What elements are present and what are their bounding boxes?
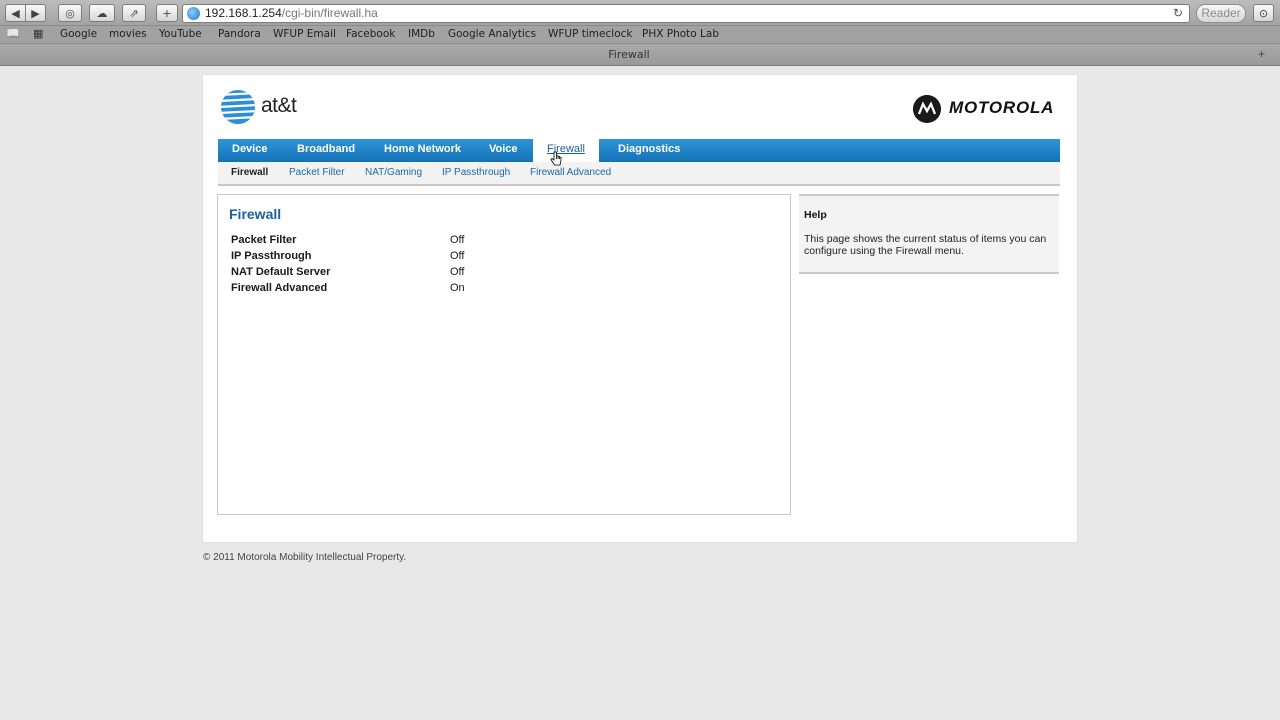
url-path: /cgi-bin/firewall.ha [281,6,378,20]
share-icon: ⇗ [129,6,139,20]
main-nav: Device Broadband Home Network Voice Fire… [218,139,1060,163]
globe-icon [187,7,200,20]
forward-arrow-icon: ▶ [31,6,40,20]
tab-bar: Firewall + [0,44,1280,66]
bookmark-youtube[interactable]: YouTube [159,28,202,40]
add-bookmark-button[interactable]: + [156,4,178,22]
bookmark-wfup-timeclock[interactable]: WFUP timeclock [548,28,632,40]
subnav-packet-filter[interactable]: Packet Filter [289,167,345,178]
motorola-wordmark: MOTOROLA [949,98,1055,117]
bookmark-wfup-email[interactable]: WFUP Email [273,28,336,40]
status-label: NAT Default Server [231,266,331,278]
help-title: Help [804,209,827,221]
tab-firewall[interactable]: Firewall [0,48,1258,61]
reload-icon[interactable]: ↻ [1173,5,1183,22]
address-bar[interactable]: 192.168.1.254/cgi-bin/firewall.ha ↻ [182,4,1190,23]
status-label: IP Passthrough [231,250,312,262]
icloud-button[interactable]: ☁ [89,4,115,22]
nav-broadband[interactable]: Broadband [297,139,355,162]
page-title: Firewall [229,206,282,222]
subnav-firewall-advanced[interactable]: Firewall Advanced [530,167,611,178]
subnav-nat-gaming[interactable]: NAT/Gaming [365,167,422,178]
status-value: Off [450,250,465,262]
status-value: Off [450,266,465,278]
bookmarks-bar: 📖 ▦ Google movies YouTube Pandora WFUP E… [0,26,1280,44]
subnav-ip-passthrough[interactable]: IP Passthrough [442,167,510,178]
bookmark-google-analytics[interactable]: Google Analytics [448,28,536,40]
download-icon: ⊙ [1258,6,1269,20]
reader-button[interactable]: Reader [1196,4,1246,23]
status-value: Off [450,234,465,246]
new-tab-icon[interactable]: + [1258,47,1265,61]
bookmark-pandora[interactable]: Pandora [218,28,261,40]
status-value: On [450,282,465,294]
plus-icon: + [162,6,172,20]
back-button[interactable]: ◀ [5,4,26,22]
status-label: Packet Filter [231,234,297,246]
forward-button[interactable]: ▶ [25,4,46,22]
bookmark-imdb[interactable]: IMDb [408,28,435,40]
history-icon: ◎ [65,6,75,20]
copyright-footer: © 2011 Motorola Mobility Intellectual Pr… [203,552,407,563]
nav-device[interactable]: Device [232,139,267,162]
status-label: Firewall Advanced [231,282,328,294]
att-globe-logo [221,90,255,124]
downloads-button[interactable]: ⊙ [1253,4,1274,22]
bookmark-facebook[interactable]: Facebook [346,28,395,40]
firewall-status-panel: Firewall Packet Filter Off IP Passthroug… [217,194,791,515]
url-host: 192.168.1.254 [205,6,282,20]
nav-firewall[interactable]: Firewall [533,139,599,163]
back-arrow-icon: ◀ [11,6,20,20]
att-wordmark: at&t [261,94,297,117]
cloud-icon: ☁ [96,6,108,20]
nav-voice[interactable]: Voice [489,139,518,162]
help-text: This page shows the current status of it… [804,233,1047,257]
book-icon[interactable]: 📖 [6,27,20,40]
help-panel: Help This page shows the current status … [799,194,1059,274]
grid-icon[interactable]: ▦ [33,27,43,40]
nav-diagnostics[interactable]: Diagnostics [618,139,680,162]
nav-home-network[interactable]: Home Network [384,139,461,162]
share-button[interactable]: ⇗ [122,4,146,22]
sub-nav: Firewall Packet Filter NAT/Gaming IP Pas… [218,162,1060,186]
bookmark-movies[interactable]: movies [109,28,147,40]
history-button[interactable]: ◎ [58,4,82,22]
browser-toolbar: ◀ ▶ ◎ ☁ ⇗ + 192.168.1.254/cgi-bin/firewa… [0,0,1280,26]
hand-cursor-icon [550,151,562,166]
subnav-firewall[interactable]: Firewall [231,167,268,178]
motorola-batwing-icon [913,95,941,123]
router-page: at&t MOTOROLA Device Broadband Home Netw… [203,75,1077,542]
bookmark-phx-photo-lab[interactable]: PHX Photo Lab [642,28,719,40]
bookmark-google[interactable]: Google [60,28,97,40]
